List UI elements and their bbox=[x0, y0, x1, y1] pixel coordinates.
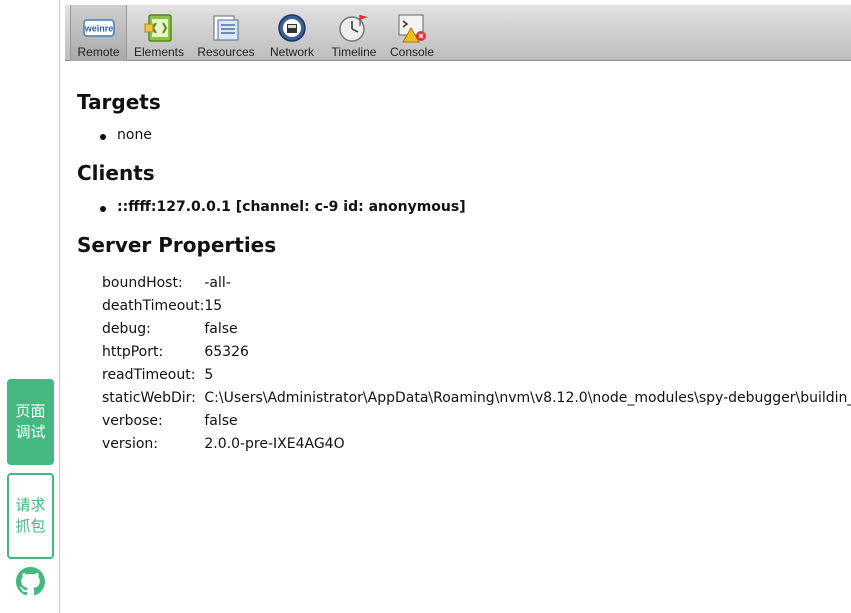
tab-elements[interactable]: Elements bbox=[131, 5, 187, 61]
tab-remote-label: Remote bbox=[77, 45, 120, 59]
prop-key: version: bbox=[102, 435, 158, 452]
tab-resources-label: Resources bbox=[197, 45, 255, 59]
page-debug-label-line1: 页面 bbox=[15, 402, 46, 420]
clients-heading: Clients bbox=[77, 161, 155, 185]
server-properties-table: boundHost: -all- deathTimeout: 15 debug: fa… bbox=[102, 271, 851, 455]
weinre-logo-text: weinre bbox=[83, 24, 113, 34]
server-properties-heading: Server Properties bbox=[77, 233, 277, 257]
tab-resources[interactable]: Resources bbox=[193, 5, 259, 61]
console-icon bbox=[398, 14, 426, 43]
prop-key: staticWebDir: bbox=[102, 389, 196, 406]
targets-list: none bbox=[99, 127, 152, 143]
prop-value: 5 bbox=[204, 366, 214, 383]
prop-value: 15 bbox=[204, 297, 223, 314]
tab-network[interactable]: Network bbox=[264, 5, 320, 61]
github-icon[interactable] bbox=[16, 567, 45, 596]
prop-key: verbose: bbox=[102, 412, 163, 429]
page-debug-label-line2: 调试 bbox=[15, 423, 46, 441]
tab-elements-label: Elements bbox=[133, 45, 185, 59]
prop-value: 2.0.0-pre-IXE4AG4O bbox=[204, 435, 345, 452]
page-debug-button[interactable]: 页面 调试 bbox=[7, 379, 54, 465]
table-row: version: 2.0.0-pre-IXE4AG4O bbox=[102, 432, 851, 455]
tab-timeline-label: Timeline bbox=[331, 45, 377, 59]
tab-timeline[interactable]: Timeline bbox=[326, 5, 382, 61]
weinre-logo-icon: weinre bbox=[82, 19, 115, 37]
targets-heading: Targets bbox=[77, 90, 161, 114]
resources-icon bbox=[213, 15, 239, 41]
request-capture-button[interactable]: 请求 抓包 bbox=[7, 473, 54, 559]
table-row: deathTimeout: 15 bbox=[102, 294, 851, 317]
elements-icon bbox=[144, 14, 172, 42]
request-capture-label-line1: 请求 bbox=[15, 496, 46, 514]
weinre-toolbar: weinre Remote Elements Resources Network… bbox=[65, 5, 851, 61]
prop-value: false bbox=[204, 412, 238, 429]
clients-list: ::ffff:127.0.0.1 [channel: c-9 id: anony… bbox=[99, 199, 466, 215]
table-row: verbose: false bbox=[102, 409, 851, 432]
request-capture-label-line2: 抓包 bbox=[15, 517, 46, 535]
prop-key: debug: bbox=[102, 320, 151, 337]
prop-value: -all- bbox=[204, 274, 231, 291]
prop-value: C:\Users\Administrator\AppData\Roaming\n… bbox=[204, 389, 851, 406]
table-row: httpPort: 65326 bbox=[102, 340, 851, 363]
prop-key: httpPort: bbox=[102, 343, 164, 360]
prop-value: false bbox=[204, 320, 238, 337]
table-row: readTimeout: 5 bbox=[102, 363, 851, 386]
tab-console-label: Console bbox=[389, 45, 435, 59]
tab-console[interactable]: Console bbox=[387, 5, 437, 61]
left-rail: 页面 调试 请求 抓包 bbox=[0, 0, 60, 613]
table-row: staticWebDir: C:\Users\Administrator\AppD… bbox=[102, 386, 851, 409]
target-item[interactable]: none bbox=[99, 127, 152, 143]
tab-network-label: Network bbox=[269, 45, 314, 59]
prop-key: boundHost: bbox=[102, 274, 183, 291]
table-row: debug: false bbox=[102, 317, 851, 340]
prop-key: readTimeout: bbox=[102, 366, 196, 383]
timeline-icon bbox=[339, 15, 368, 42]
client-item[interactable]: ::ffff:127.0.0.1 [channel: c-9 id: anony… bbox=[99, 199, 466, 215]
prop-key: deathTimeout: bbox=[102, 297, 205, 314]
network-icon bbox=[278, 14, 306, 42]
prop-value: 65326 bbox=[204, 343, 249, 360]
tab-remote[interactable]: weinre Remote bbox=[70, 5, 127, 61]
table-row: boundHost: -all- bbox=[102, 271, 851, 294]
